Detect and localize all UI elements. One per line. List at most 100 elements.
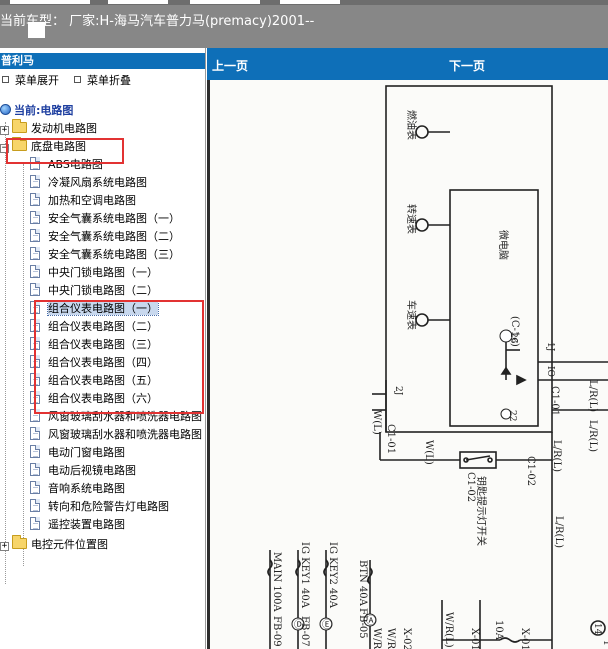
fuse-a-mark: Ⓐ bbox=[366, 615, 376, 627]
tree-item[interactable]: 组合仪表电路图（三） bbox=[30, 336, 158, 353]
tree-item[interactable]: 组合仪表电路图（五） bbox=[30, 372, 158, 389]
document-icon bbox=[30, 499, 40, 512]
tree-item[interactable]: 组合仪表电路图（二） bbox=[30, 318, 158, 335]
wire-lr-side: L/R(L) bbox=[587, 420, 598, 452]
connector-c1-02-left: C1-02 bbox=[465, 472, 476, 502]
page-nav-bar: 上一页 下一页 bbox=[207, 48, 608, 80]
tree-item[interactable]: 安全气囊系统电路图（三） bbox=[30, 246, 180, 263]
globe-icon bbox=[0, 104, 11, 115]
tree-item[interactable]: 风窗玻璃刮水器和喷洗器电路图 bbox=[30, 408, 202, 425]
wire-wl-top: W(L) bbox=[371, 410, 382, 435]
plus-expander-icon[interactable]: + bbox=[0, 542, 9, 551]
pin-1-label: 1 bbox=[601, 640, 608, 646]
tree-item[interactable]: 加热和空调电路图 bbox=[30, 192, 136, 209]
tree-folder-engine[interactable]: + 发动机电路图 bbox=[0, 119, 97, 137]
left-tree-panel: 普利马 菜单展开 菜单折叠 当前:电路图 + 发动机电路图 − 底盘电路图 ABS电… bbox=[0, 48, 206, 649]
tachometer-icon bbox=[415, 218, 429, 232]
tree-item[interactable]: 组合仪表电路图（六） bbox=[30, 390, 158, 407]
tree-item[interactable]: 安全气囊系统电路图（一） bbox=[30, 210, 180, 227]
key-switch-box bbox=[459, 451, 497, 469]
document-icon bbox=[30, 283, 40, 296]
collapse-square-icon bbox=[74, 76, 81, 83]
folder-icon bbox=[12, 119, 27, 133]
tree-item[interactable]: 音响系统电路图 bbox=[30, 480, 125, 497]
pin-14-label: 14 bbox=[592, 623, 602, 635]
expand-square-icon bbox=[2, 76, 9, 83]
tree-root[interactable]: 当前:电路图 bbox=[0, 102, 73, 119]
igkey1-label: IG KEY1 40A bbox=[299, 542, 310, 609]
fb09-label: FB-09 bbox=[271, 616, 282, 647]
prev-page-link[interactable]: 上一页 bbox=[212, 57, 248, 74]
tree-item[interactable]: 电动门窗电路图 bbox=[30, 444, 125, 461]
collapse-all-button[interactable]: 菜单折叠 bbox=[74, 72, 131, 88]
document-icon bbox=[30, 391, 40, 404]
pin-26-label: 26 bbox=[508, 332, 518, 344]
expand-all-button[interactable]: 菜单展开 bbox=[2, 72, 59, 88]
x01-label-a: X-01 bbox=[469, 628, 480, 649]
pin-2j-label: 2J bbox=[393, 386, 403, 396]
pin-io-label: IO bbox=[545, 366, 555, 377]
plus-expander-icon[interactable]: + bbox=[0, 126, 9, 135]
document-icon bbox=[30, 319, 40, 332]
document-icon bbox=[30, 445, 40, 458]
document-icon bbox=[30, 427, 40, 440]
fuse-e-mark: Ⓔ bbox=[322, 619, 332, 631]
tree-item[interactable]: 中央门锁电路图（一） bbox=[30, 264, 158, 281]
document-icon bbox=[30, 481, 40, 494]
wire-wl-lower: W(L) bbox=[423, 440, 434, 465]
microcomputer-box bbox=[449, 189, 539, 427]
wire-lr-top: L/R(L) bbox=[587, 380, 598, 412]
folder-icon bbox=[12, 535, 27, 549]
tree-item[interactable]: 组合仪表电路图（四） bbox=[30, 354, 158, 371]
top-header: 当前车型： 厂家:H-海马汽车普力马(premacy)2001-- bbox=[0, 0, 608, 48]
tree-item[interactable]: 电动后视镜电路图 bbox=[30, 462, 136, 479]
speedometer-label: 车速表 bbox=[405, 300, 418, 330]
fuel-gauge-icon bbox=[415, 125, 429, 139]
tree-item[interactable]: 遥控装置电路图 bbox=[30, 516, 125, 533]
document-icon bbox=[30, 301, 40, 314]
tree-item[interactable]: 冷凝风扇系统电路图 bbox=[30, 174, 147, 191]
circuit-diagram-image: 燃油表 转速表 车速表 微电脑 钥匙提示灯开关 (C-1c) 26 2J 1J … bbox=[210, 80, 608, 649]
x01-label-b: X-01 bbox=[519, 628, 530, 649]
tree-item[interactable]: 转向和危险警告灯电路图 bbox=[30, 498, 169, 515]
connector-c1-01-left: C1-01 bbox=[385, 424, 396, 454]
pin-1j-label: 1J bbox=[545, 342, 555, 352]
minus-expander-icon[interactable]: − bbox=[0, 144, 9, 153]
btn40-label: BTN 40A bbox=[357, 560, 368, 607]
wire-wrl-b: W/R(L) bbox=[443, 612, 454, 648]
wire-lr-lower: L/R(L) bbox=[553, 516, 564, 548]
connector-c1-01-right: C1-01 bbox=[549, 386, 560, 416]
document-icon bbox=[30, 157, 40, 170]
left-panel-title: 普利马 bbox=[0, 53, 205, 69]
diagram-panel: 上一页 下一页 燃油表 转速表 车速表 微电脑 钥匙提示灯开关 (C-1c) 2… bbox=[207, 48, 608, 649]
document-icon bbox=[30, 373, 40, 386]
tree-item[interactable]: 风窗玻璃刮水器和喷洗器电路图 bbox=[30, 426, 202, 443]
tree-folder-ecu-locations[interactable]: + 电控元件位置图 bbox=[0, 535, 108, 553]
tachometer-label: 转速表 bbox=[405, 204, 418, 234]
document-icon bbox=[30, 211, 40, 224]
connector-c1-02-right: C1-02 bbox=[525, 456, 536, 486]
tree-item-selected[interactable]: 组合仪表电路图（一） bbox=[30, 300, 159, 317]
document-icon bbox=[30, 247, 40, 260]
tree-item[interactable]: 安全气囊系统电路图（二） bbox=[30, 228, 180, 245]
wire-lr-mid: L/R(L) bbox=[551, 440, 562, 472]
tree-item[interactable]: ABS电路图 bbox=[30, 156, 103, 173]
igkey2-label: IG KEY2 40A bbox=[327, 542, 338, 609]
wire-wrl-a: W/R(L) bbox=[385, 628, 396, 649]
tree-folder-chassis[interactable]: − 底盘电路图 bbox=[0, 137, 86, 155]
document-icon bbox=[30, 229, 40, 242]
document-icon bbox=[30, 265, 40, 278]
top-strip bbox=[0, 0, 608, 5]
tree-item[interactable]: 中央门锁电路图（二） bbox=[30, 282, 158, 299]
folder-open-icon bbox=[12, 137, 27, 151]
document-icon bbox=[30, 463, 40, 476]
fuel-gauge-label: 燃油表 bbox=[405, 110, 418, 140]
document-icon bbox=[30, 193, 40, 206]
main100-label: MAIN 100A bbox=[271, 552, 282, 612]
document-icon bbox=[30, 175, 40, 188]
wire-wrf: W/R(F) bbox=[371, 628, 382, 649]
document-icon bbox=[30, 517, 40, 530]
next-page-link[interactable]: 下一页 bbox=[449, 57, 485, 74]
microcomputer-label: 微电脑 bbox=[497, 230, 510, 260]
document-icon bbox=[30, 355, 40, 368]
